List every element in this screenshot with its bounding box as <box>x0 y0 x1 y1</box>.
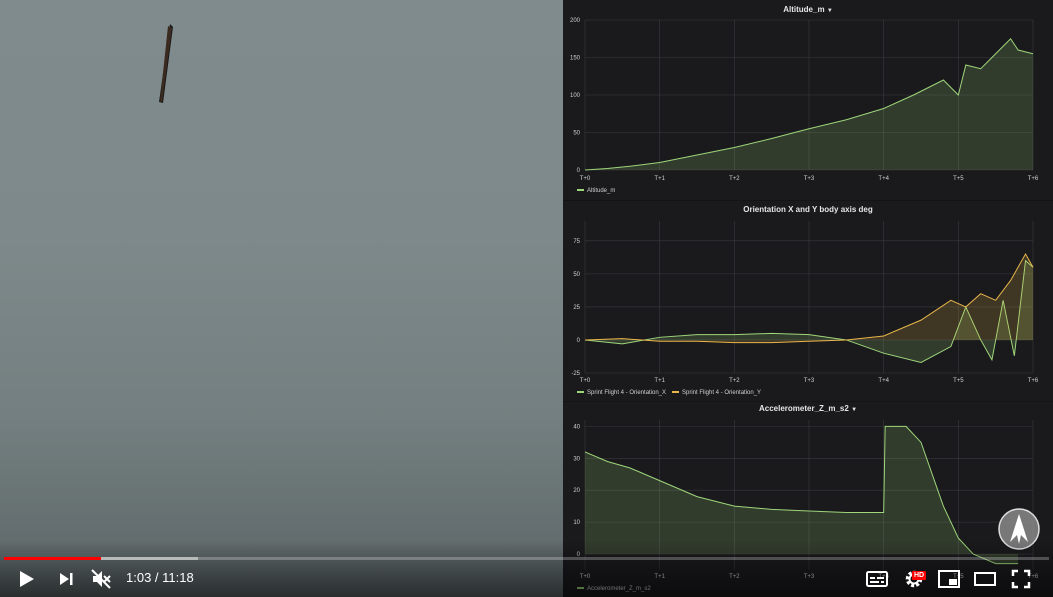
legend-label: Sprint Flight 4 - Orientation_X <box>587 390 666 396</box>
x-tick-label: T+5 <box>953 378 964 384</box>
x-tick-label: T+1 <box>654 176 665 182</box>
x-tick-label: T+1 <box>654 378 665 384</box>
y-tick-label: 10 <box>573 520 580 526</box>
y-tick-label: 50 <box>573 131 580 137</box>
time-separator: / <box>151 570 163 585</box>
x-tick-label: T+2 <box>729 176 740 182</box>
orientation-panel-title[interactable]: Orientation X and Y body axis deg <box>563 205 1053 214</box>
duration: 11:18 <box>162 570 194 585</box>
telemetry-dashboard: T+0 T+1 T+2 T+3 T+4 T+5 T+6 0 50 100 150 200 Altitud… <box>563 0 1053 597</box>
legend-swatch <box>672 391 679 393</box>
accelerometer-panel-title[interactable]: Accelerometer_Z_m_s2 ▼ <box>563 404 1053 413</box>
x-tick-label: T+2 <box>729 378 740 384</box>
player-controls <box>0 540 1053 597</box>
y-tick-label: 50 <box>573 272 580 278</box>
current-time: 1:03 <box>126 570 152 585</box>
altitude-chart: T+0 T+1 T+2 T+3 T+4 T+5 T+6 0 50 100 150 200 Altitud… <box>570 18 1039 194</box>
y-tick-label: 0 <box>577 168 581 174</box>
y-tick-label: 200 <box>570 18 581 24</box>
video-player[interactable]: T+0 T+1 T+2 T+3 T+4 T+5 T+6 0 50 100 150 200 Altitud… <box>0 0 1053 597</box>
legend-label: Altitude_m <box>587 188 615 194</box>
altitude-panel-title[interactable]: Altitude_m ▼ <box>563 5 1053 14</box>
y-tick-label: 25 <box>573 305 580 311</box>
x-tick-label: T+3 <box>804 378 815 384</box>
x-tick-label: T+4 <box>878 176 889 182</box>
mute-icon[interactable] <box>90 568 112 590</box>
hd-badge: HD <box>912 571 927 580</box>
x-tick-label: T+5 <box>953 176 964 182</box>
video-camera-view <box>0 0 563 597</box>
y-tick-label: 30 <box>573 456 580 462</box>
x-tick-label: T+0 <box>580 378 591 384</box>
y-tick-label: 0 <box>577 338 581 344</box>
y-tick-label: 150 <box>570 56 581 62</box>
y-tick-label: 20 <box>573 488 580 494</box>
y-tick-label: -25 <box>571 371 580 377</box>
miniplayer-icon[interactable] <box>938 570 960 588</box>
progress-bar[interactable] <box>4 557 1049 560</box>
orientation-chart: T+0 T+1 T+2 T+3 T+4 T+5 T+6 -25 0 25 50 75 Sprint Fl… <box>571 221 1039 396</box>
y-tick-label: 100 <box>570 93 581 99</box>
x-tick-label: T+0 <box>580 176 591 182</box>
altitude-panel: T+0 T+1 T+2 T+3 T+4 T+5 T+6 0 50 100 150 200 Altitud… <box>563 0 1053 200</box>
play-icon[interactable] <box>16 569 36 589</box>
rocket-image <box>159 24 173 103</box>
theater-icon[interactable] <box>974 571 996 587</box>
legend-swatch <box>577 391 584 393</box>
y-tick-label: 75 <box>573 239 580 245</box>
time-display: 1:03 / 11:18 <box>126 570 194 585</box>
x-tick-label: T+6 <box>1028 378 1039 384</box>
legend-swatch <box>577 189 584 191</box>
x-tick-label: T+3 <box>804 176 815 182</box>
fullscreen-icon[interactable] <box>1011 569 1031 589</box>
chevron-down-icon[interactable]: ▼ <box>827 8 833 14</box>
chevron-down-icon[interactable]: ▼ <box>851 407 857 413</box>
legend-label: Sprint Flight 4 - Orientation_Y <box>682 390 761 396</box>
subtitles-icon[interactable] <box>866 570 888 588</box>
y-tick-label: 40 <box>573 424 580 430</box>
x-tick-label: T+6 <box>1028 176 1039 182</box>
next-icon[interactable] <box>58 571 76 587</box>
progress-played <box>4 557 102 560</box>
x-tick-label: T+4 <box>878 378 889 384</box>
orientation-panel: T+0 T+1 T+2 T+3 T+4 T+5 T+6 -25 0 25 50 75 Sprint Fl… <box>563 201 1053 401</box>
